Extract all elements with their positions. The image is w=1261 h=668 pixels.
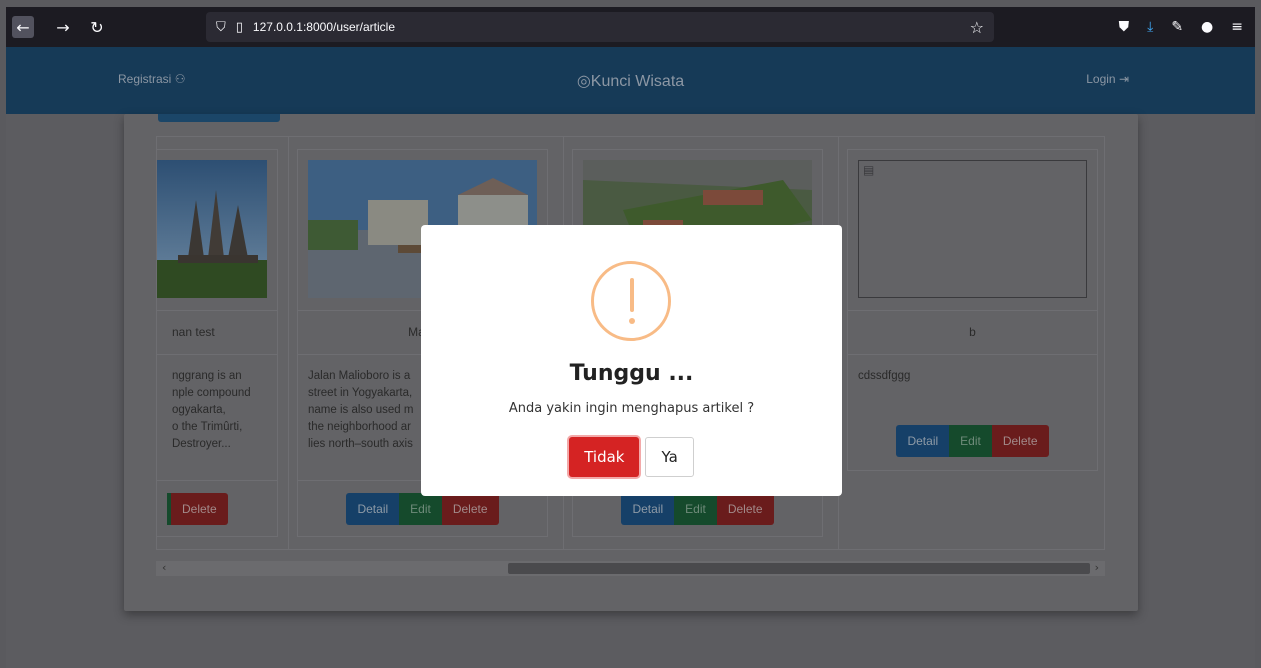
divider xyxy=(157,310,277,311)
toolbar-icons: ⛊ ⤓ ✎ ● ≡ xyxy=(1119,19,1243,35)
table-cell: nan test nggrang is an nple compound ogy… xyxy=(157,137,289,549)
dialog-message: Anda yakin ingin menghapus artikel ? xyxy=(508,401,755,416)
scroll-right-icon[interactable]: › xyxy=(1095,561,1099,574)
warning-icon xyxy=(591,261,671,341)
url-text: 127.0.0.1:8000/user/article xyxy=(252,20,396,34)
edit-button[interactable]: Edit xyxy=(399,493,442,525)
login-icon: ⇥ xyxy=(1118,72,1129,86)
extension-icon[interactable]: ● xyxy=(1201,19,1213,35)
page-icon: ▯ xyxy=(235,19,243,35)
cancel-button[interactable]: Tidak xyxy=(569,437,640,477)
article-card: ▤ b cdssdfggg Detail Edit Delete xyxy=(847,149,1098,471)
divider xyxy=(157,480,277,481)
article-desc: nggrang is an nple compound ogyakarta, o… xyxy=(172,370,251,450)
delete-button[interactable]: Delete xyxy=(991,425,1049,457)
login-link[interactable]: Login ⇥ xyxy=(1086,72,1129,86)
divider xyxy=(848,310,1097,311)
card-actions: Detail Edit Delete xyxy=(298,493,547,525)
broken-image: ▤ xyxy=(858,160,1087,298)
article-image xyxy=(157,160,267,298)
scrollbar-thumb[interactable] xyxy=(508,563,1090,574)
warning-icon-dot xyxy=(629,318,635,324)
dialog-actions: Tidak Ya xyxy=(421,437,842,477)
edit-button[interactable]: Edit xyxy=(949,425,992,457)
article-desc: cdssdfggg xyxy=(858,370,911,382)
table-cell: ▤ b cdssdfggg Detail Edit Delete xyxy=(839,137,1104,549)
article-title: nan test xyxy=(172,325,215,339)
detail-button[interactable]: Detail xyxy=(896,425,950,457)
divider xyxy=(157,354,277,355)
delete-button[interactable]: Delete xyxy=(441,493,499,525)
forward-icon[interactable]: → xyxy=(52,16,74,38)
brand-logo-icon: ◎ xyxy=(576,73,591,90)
pocket-icon[interactable]: ⛊ xyxy=(1119,19,1130,35)
reload-icon[interactable]: ↻ xyxy=(86,16,108,38)
confirm-button[interactable]: Ya xyxy=(645,437,694,477)
edit-button[interactable]: Edit xyxy=(674,493,717,525)
bookmark-star-icon[interactable]: ☆ xyxy=(970,18,984,37)
site-brand[interactable]: ◎Kunci Wisata xyxy=(6,71,1255,91)
confirm-dialog: Tunggu ... Anda yakin ingin menghapus ar… xyxy=(421,225,842,496)
site-header: Registrasi ⚇ ◎Kunci Wisata Login ⇥ xyxy=(6,47,1255,114)
detail-button[interactable]: Detail xyxy=(621,493,675,525)
back-icon[interactable]: ← xyxy=(12,16,34,38)
download-icon[interactable]: ⤓ xyxy=(1147,19,1153,35)
delete-button[interactable]: Delete xyxy=(716,493,774,525)
delete-button[interactable]: Delete xyxy=(171,493,228,525)
divider xyxy=(848,354,1097,355)
scroll-left-icon[interactable]: ‹ xyxy=(162,561,166,574)
menu-icon[interactable]: ≡ xyxy=(1231,19,1243,35)
card-actions: Delete xyxy=(157,493,277,525)
card-actions: Detail Edit Delete xyxy=(848,425,1097,457)
browser-toolbar: ← → ↻ ⛉ ▯ 127.0.0.1:8000/user/article ☆ … xyxy=(6,7,1255,47)
add-article-button-edge[interactable] xyxy=(158,114,280,122)
dialog-title: Tunggu ... xyxy=(569,361,694,386)
broken-image-icon: ▤ xyxy=(863,163,875,177)
warning-icon-bar xyxy=(630,278,634,312)
article-card: nan test nggrang is an nple compound ogy… xyxy=(157,149,278,537)
shield-icon: ⛉ xyxy=(216,19,226,35)
card-actions: Detail Edit Delete xyxy=(573,493,822,525)
address-bar[interactable]: ⛉ ▯ 127.0.0.1:8000/user/article ☆ xyxy=(206,12,994,42)
article-title: b xyxy=(969,325,976,339)
login-label: Login xyxy=(1086,72,1116,86)
detail-button[interactable]: Detail xyxy=(346,493,400,525)
wrench-icon[interactable]: ✎ xyxy=(1171,19,1183,35)
brand-label: Kunci Wisata xyxy=(590,73,685,90)
horizontal-scrollbar[interactable]: ‹ › xyxy=(156,561,1105,576)
